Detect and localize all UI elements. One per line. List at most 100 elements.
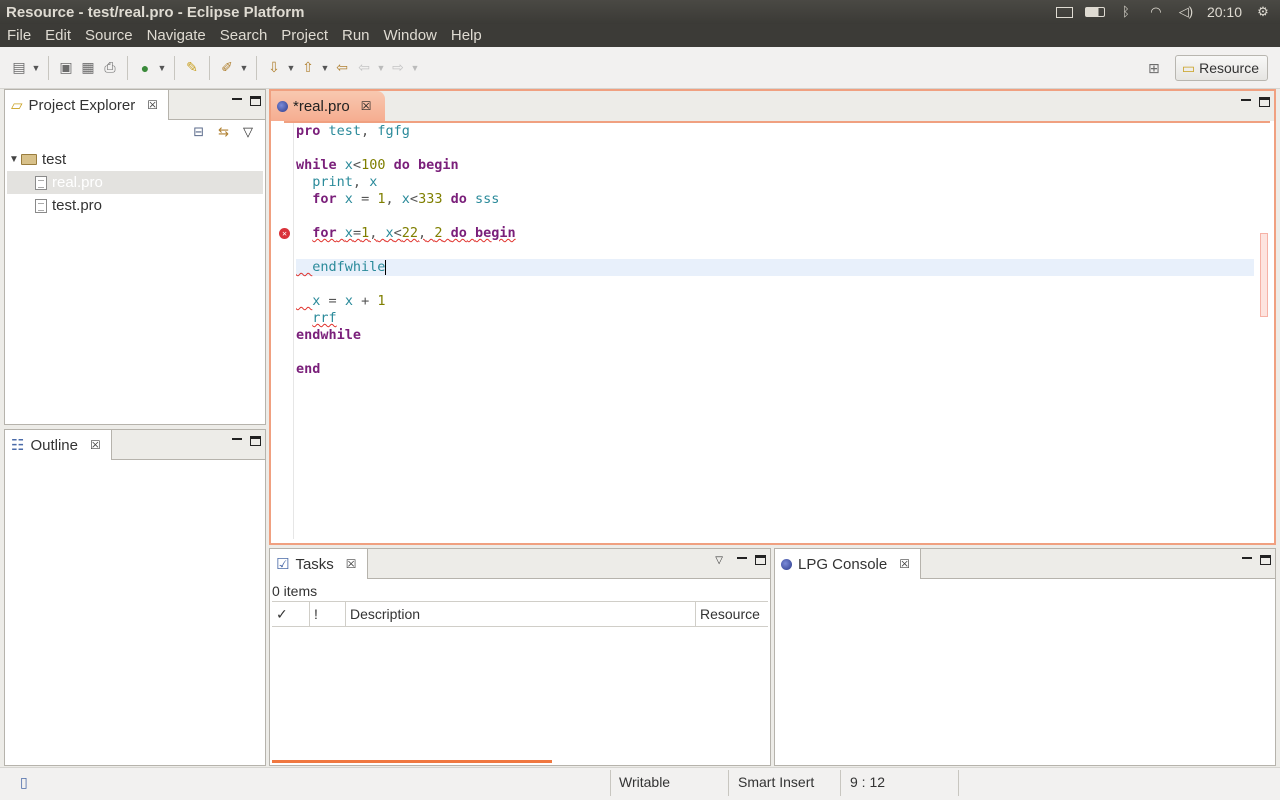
bluetooth-icon[interactable]: ᛒ	[1117, 5, 1135, 19]
back-icon[interactable]: ⇦	[353, 57, 375, 79]
print-icon[interactable]: ⎙	[99, 57, 121, 79]
tasks-icon: ☑	[276, 556, 290, 573]
column-resource[interactable]: Resource	[696, 602, 768, 626]
forward-icon[interactable]: ⇨	[387, 57, 409, 79]
overview-ruler-error[interactable]	[1260, 233, 1268, 317]
resource-perspective-button[interactable]: ▭ Resource	[1174, 55, 1268, 81]
panel-controls	[1241, 97, 1270, 107]
editor-gutter[interactable]	[284, 123, 294, 539]
menu-window[interactable]: Window	[377, 27, 444, 44]
fast-view-icon[interactable]: ▯	[20, 774, 28, 791]
project-folder-icon	[21, 154, 37, 165]
menu-file[interactable]: File	[0, 27, 38, 44]
close-icon[interactable]: ☒	[361, 99, 372, 113]
minimize-icon[interactable]	[737, 555, 747, 565]
tree-item-real-pro[interactable]: real.pro	[7, 171, 263, 194]
mail-icon[interactable]	[1055, 6, 1073, 18]
maximize-icon[interactable]	[250, 96, 261, 106]
prev-annotation-dropdown-icon[interactable]: ▼	[319, 57, 331, 79]
code-line-12: rrf	[312, 310, 337, 326]
minimize-icon[interactable]	[1241, 97, 1251, 107]
console-tabbar: LPG Console ☒	[775, 549, 1275, 579]
close-icon[interactable]: ☒	[90, 438, 101, 452]
menu-run[interactable]: Run	[335, 27, 377, 44]
save-icon[interactable]: ▣	[55, 57, 77, 79]
maximize-icon[interactable]	[755, 555, 766, 565]
tab-tasks[interactable]: ☑ Tasks ☒	[270, 549, 368, 579]
code-line-4: print, x	[312, 174, 378, 190]
project-explorer-icon: ▱	[11, 97, 23, 114]
editor-panel: *real.pro ☒ pro test, fgfg while x<100 d…	[269, 89, 1276, 545]
tab-outline[interactable]: ☷ Outline ☒	[5, 430, 112, 460]
menu-edit[interactable]: Edit	[38, 27, 78, 44]
next-annotation-dropdown-icon[interactable]: ▼	[285, 57, 297, 79]
status-divider	[958, 770, 959, 796]
toolbar-separator	[48, 55, 49, 80]
maximize-icon[interactable]	[1259, 97, 1270, 107]
tree-item-test[interactable]: ▼ test	[7, 148, 263, 171]
view-menu-icon[interactable]: ▽	[715, 555, 723, 566]
minimize-icon[interactable]	[1242, 555, 1252, 565]
status-divider	[728, 770, 729, 796]
toolbar-separator	[127, 55, 128, 80]
lpg-console-panel: LPG Console ☒	[774, 548, 1276, 766]
close-icon[interactable]: ☒	[346, 557, 357, 571]
prev-annotation-icon[interactable]: ⇧	[297, 57, 319, 79]
pencil-icon[interactable]: ✐	[216, 57, 238, 79]
column-priority[interactable]: !	[310, 602, 346, 626]
menu-source[interactable]: Source	[78, 27, 140, 44]
save-all-icon[interactable]: ▦	[77, 57, 99, 79]
clock[interactable]: 20:10	[1207, 4, 1242, 20]
link-with-editor-icon[interactable]: ⇆	[218, 124, 229, 140]
close-icon[interactable]: ☒	[147, 98, 158, 112]
minimize-icon[interactable]	[232, 96, 242, 106]
run-dropdown-icon[interactable]: ▼	[156, 57, 168, 79]
project-explorer-tab-label: Project Explorer	[28, 96, 136, 114]
menu-bar: File Edit Source Navigate Search Project…	[0, 24, 1280, 47]
panel-controls	[232, 96, 261, 106]
forward-dropdown-icon[interactable]: ▼	[409, 57, 421, 79]
progress-bar	[272, 760, 552, 763]
resource-perspective-icon: ▭	[1181, 59, 1196, 76]
menu-search[interactable]: Search	[213, 27, 275, 44]
volume-icon[interactable]: ◁)	[1177, 5, 1195, 19]
minimize-icon[interactable]	[232, 436, 242, 446]
back-dropdown-icon[interactable]: ▼	[375, 57, 387, 79]
menu-help[interactable]: Help	[444, 27, 489, 44]
file-type-icon	[277, 100, 288, 112]
view-menu-icon[interactable]: ▽	[243, 124, 253, 140]
error-marker-icon[interactable]: ✕	[279, 228, 290, 239]
last-edit-icon[interactable]: ⇦	[331, 57, 353, 79]
system-tray: ᛒ ◠ ◁) 20:10 ⚙	[1055, 4, 1280, 20]
new-dropdown-icon[interactable]: ▼	[30, 57, 42, 79]
editor-tabbar: *real.pro ☒	[271, 91, 1274, 121]
column-completed[interactable]: ✓	[272, 602, 310, 626]
wifi-icon[interactable]: ◠	[1147, 5, 1165, 19]
perspective-switcher: ⊞ ▭ Resource	[1143, 55, 1268, 81]
tab-project-explorer[interactable]: ▱ Project Explorer ☒	[5, 90, 170, 120]
tab-real-pro[interactable]: *real.pro ☒	[271, 91, 386, 121]
run-icon[interactable]: ●	[134, 57, 156, 79]
tasks-item-count: 0 items	[272, 583, 318, 599]
column-description[interactable]: Description	[346, 602, 696, 626]
battery-icon[interactable]	[1084, 7, 1105, 17]
next-annotation-icon[interactable]: ⇩	[263, 57, 285, 79]
menu-navigate[interactable]: Navigate	[140, 27, 213, 44]
maximize-icon[interactable]	[1260, 555, 1271, 565]
menu-project[interactable]: Project	[274, 27, 335, 44]
expand-arrow-icon[interactable]: ▼	[7, 154, 21, 165]
code-editor[interactable]: pro test, fgfg while x<100 do begin prin…	[279, 121, 1270, 539]
tree-item-test-pro[interactable]: test.pro	[7, 194, 263, 217]
tab-lpg-console[interactable]: LPG Console ☒	[775, 549, 921, 579]
pencil-dropdown-icon[interactable]: ▼	[238, 57, 250, 79]
maximize-icon[interactable]	[250, 436, 261, 446]
gear-icon[interactable]: ⚙	[1254, 5, 1272, 19]
new-icon[interactable]: ▤	[8, 57, 30, 79]
collapse-all-icon[interactable]: ⊟	[193, 124, 204, 140]
brush-icon[interactable]: ✎	[181, 57, 203, 79]
panel-controls: ▽	[715, 555, 766, 566]
open-perspective-icon[interactable]: ⊞	[1143, 57, 1165, 79]
close-icon[interactable]: ☒	[899, 557, 910, 571]
